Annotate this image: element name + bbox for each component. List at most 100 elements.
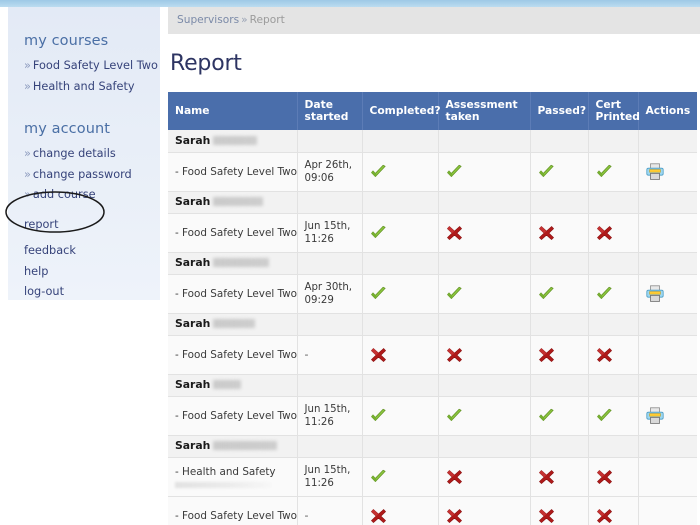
cert-printed-cell bbox=[588, 213, 639, 253]
redacted-surname bbox=[213, 197, 264, 206]
completed-cell bbox=[362, 496, 439, 525]
cert-printed-cell bbox=[588, 496, 639, 525]
printer-icon[interactable] bbox=[645, 407, 664, 424]
sidebar-item-report[interactable]: report bbox=[24, 215, 168, 236]
actions-cell bbox=[638, 496, 697, 525]
person-passed-cell bbox=[530, 313, 589, 336]
sidebar-item-label: add course bbox=[32, 188, 96, 201]
sidebar-heading-my-courses: my courses bbox=[24, 33, 109, 49]
person-header-row: Sarah bbox=[168, 130, 697, 153]
sidebar-item-label: Food Safety Level Two bbox=[32, 59, 158, 72]
course-name: - Food Safety Level Two bbox=[175, 509, 298, 522]
person-header-row: Sarah bbox=[168, 313, 697, 336]
person-passed-cell bbox=[530, 374, 589, 397]
sidebar-item-log-out[interactable]: log-out bbox=[24, 282, 168, 303]
date-empty: - bbox=[304, 347, 309, 361]
actions-cell bbox=[638, 335, 697, 375]
sidebar-item-feedback[interactable]: feedback bbox=[24, 241, 168, 262]
course-name: - Food Safety Level Two bbox=[175, 287, 298, 300]
actions-cell bbox=[638, 213, 697, 253]
redacted-surname bbox=[213, 380, 242, 389]
actions-cell[interactable] bbox=[638, 152, 697, 192]
sidebar-item-health-and-safety[interactable]: » Health and Safety bbox=[24, 77, 168, 98]
person-header-row: Sarah bbox=[168, 191, 697, 214]
person-cert-cell bbox=[588, 313, 639, 336]
person-header-row: Sarah bbox=[168, 435, 697, 458]
date-started-value: Apr 26th, 09:06 bbox=[304, 159, 353, 184]
person-date-cell bbox=[297, 130, 363, 153]
column-header-completed[interactable]: Completed? bbox=[362, 92, 441, 130]
date-started-cell: Jun 15th, 11:26 bbox=[297, 396, 363, 436]
course-name: - Food Safety Level Two bbox=[175, 226, 298, 239]
sidebar-item-change-password[interactable]: » change password bbox=[24, 165, 168, 186]
person-cert-cell bbox=[588, 252, 639, 275]
sidebar-item-food-safety-level-two[interactable]: » Food Safety Level Two bbox=[24, 56, 168, 77]
column-header-actions[interactable]: Actions bbox=[638, 92, 697, 130]
column-header-assessment-taken[interactable]: Assessment taken bbox=[438, 92, 531, 130]
passed-cell bbox=[530, 274, 589, 314]
person-cert-cell bbox=[588, 191, 639, 214]
red-cross-icon bbox=[596, 225, 613, 241]
person-actions-cell bbox=[638, 252, 697, 275]
date-started-value: Apr 30th, 09:29 bbox=[304, 281, 353, 306]
sidebar-heading-my-account: my account bbox=[24, 121, 111, 137]
sidebar-item-add-course[interactable]: » add course bbox=[24, 185, 168, 206]
date-started-value: Jun 15th, 11:26 bbox=[304, 403, 351, 428]
printer-icon[interactable] bbox=[645, 163, 664, 180]
actions-cell[interactable] bbox=[638, 396, 697, 436]
course-row: - Food Safety Level Two Apr 26th, 09:06 bbox=[168, 152, 697, 192]
course-row: - Food Safety Level Two Jun 15th, 11:26 bbox=[168, 396, 697, 436]
red-cross-icon bbox=[446, 508, 463, 524]
chevron-right-icon: » bbox=[24, 167, 31, 181]
course-row: - Food Safety Level Two - bbox=[168, 335, 697, 375]
green-tick-icon bbox=[596, 164, 613, 180]
red-cross-icon bbox=[538, 225, 555, 241]
person-name-cell: Sarah bbox=[168, 435, 298, 458]
person-actions-cell bbox=[638, 313, 697, 336]
report-table-body: Sarah - Food Safety Level Two Apr 26th, 09:… bbox=[168, 130, 697, 525]
date-started-value: Jun 15th, 11:26 bbox=[304, 464, 351, 489]
completed-cell bbox=[362, 396, 439, 436]
printer-icon[interactable] bbox=[645, 285, 664, 302]
date-started-cell: - bbox=[297, 335, 363, 375]
actions-cell[interactable] bbox=[638, 274, 697, 314]
person-first-name: Sarah bbox=[175, 133, 211, 147]
column-header-date-started[interactable]: Date started bbox=[297, 92, 363, 130]
cert-printed-cell bbox=[588, 274, 639, 314]
red-cross-icon bbox=[370, 508, 387, 524]
person-assessment-cell bbox=[438, 130, 531, 153]
column-header-name[interactable]: Name bbox=[168, 92, 298, 130]
redacted-subtext bbox=[175, 481, 271, 488]
person-assessment-cell bbox=[438, 313, 531, 336]
person-header-row: Sarah bbox=[168, 374, 697, 397]
passed-cell bbox=[530, 396, 589, 436]
date-started-cell: - bbox=[297, 496, 363, 525]
column-header-cert-printed[interactable]: Cert Printed bbox=[588, 92, 640, 130]
course-row: - Food Safety Level Two - bbox=[168, 496, 697, 525]
date-started-cell: Apr 30th, 09:29 bbox=[297, 274, 363, 314]
assessment-taken-cell bbox=[438, 457, 531, 497]
person-header-row: Sarah bbox=[168, 252, 697, 275]
completed-cell bbox=[362, 274, 439, 314]
red-cross-icon bbox=[538, 347, 555, 363]
completed-cell bbox=[362, 152, 439, 192]
redacted-surname bbox=[213, 441, 278, 450]
top-accent-bar bbox=[0, 0, 700, 7]
course-row: - Food Safety Level Two Jun 15th, 11:26 bbox=[168, 213, 697, 253]
person-passed-cell bbox=[530, 435, 589, 458]
cert-printed-cell bbox=[588, 396, 639, 436]
column-header-passed[interactable]: Passed? bbox=[530, 92, 589, 130]
assessment-taken-cell bbox=[438, 335, 531, 375]
green-tick-icon bbox=[538, 408, 555, 424]
breadcrumb-link-supervisors[interactable]: Supervisors bbox=[177, 14, 239, 26]
chevron-right-icon: » bbox=[24, 79, 31, 93]
actions-cell bbox=[638, 457, 697, 497]
redacted-surname bbox=[213, 258, 270, 267]
person-first-name: Sarah bbox=[175, 256, 211, 269]
sidebar-item-change-details[interactable]: » change details bbox=[24, 144, 168, 165]
course-name-cell: - Food Safety Level Two bbox=[168, 213, 298, 253]
sidebar-item-help[interactable]: help bbox=[24, 262, 168, 283]
cert-printed-cell bbox=[588, 335, 639, 375]
person-assessment-cell bbox=[438, 435, 531, 458]
course-name-cell: - Food Safety Level Two bbox=[168, 335, 298, 375]
